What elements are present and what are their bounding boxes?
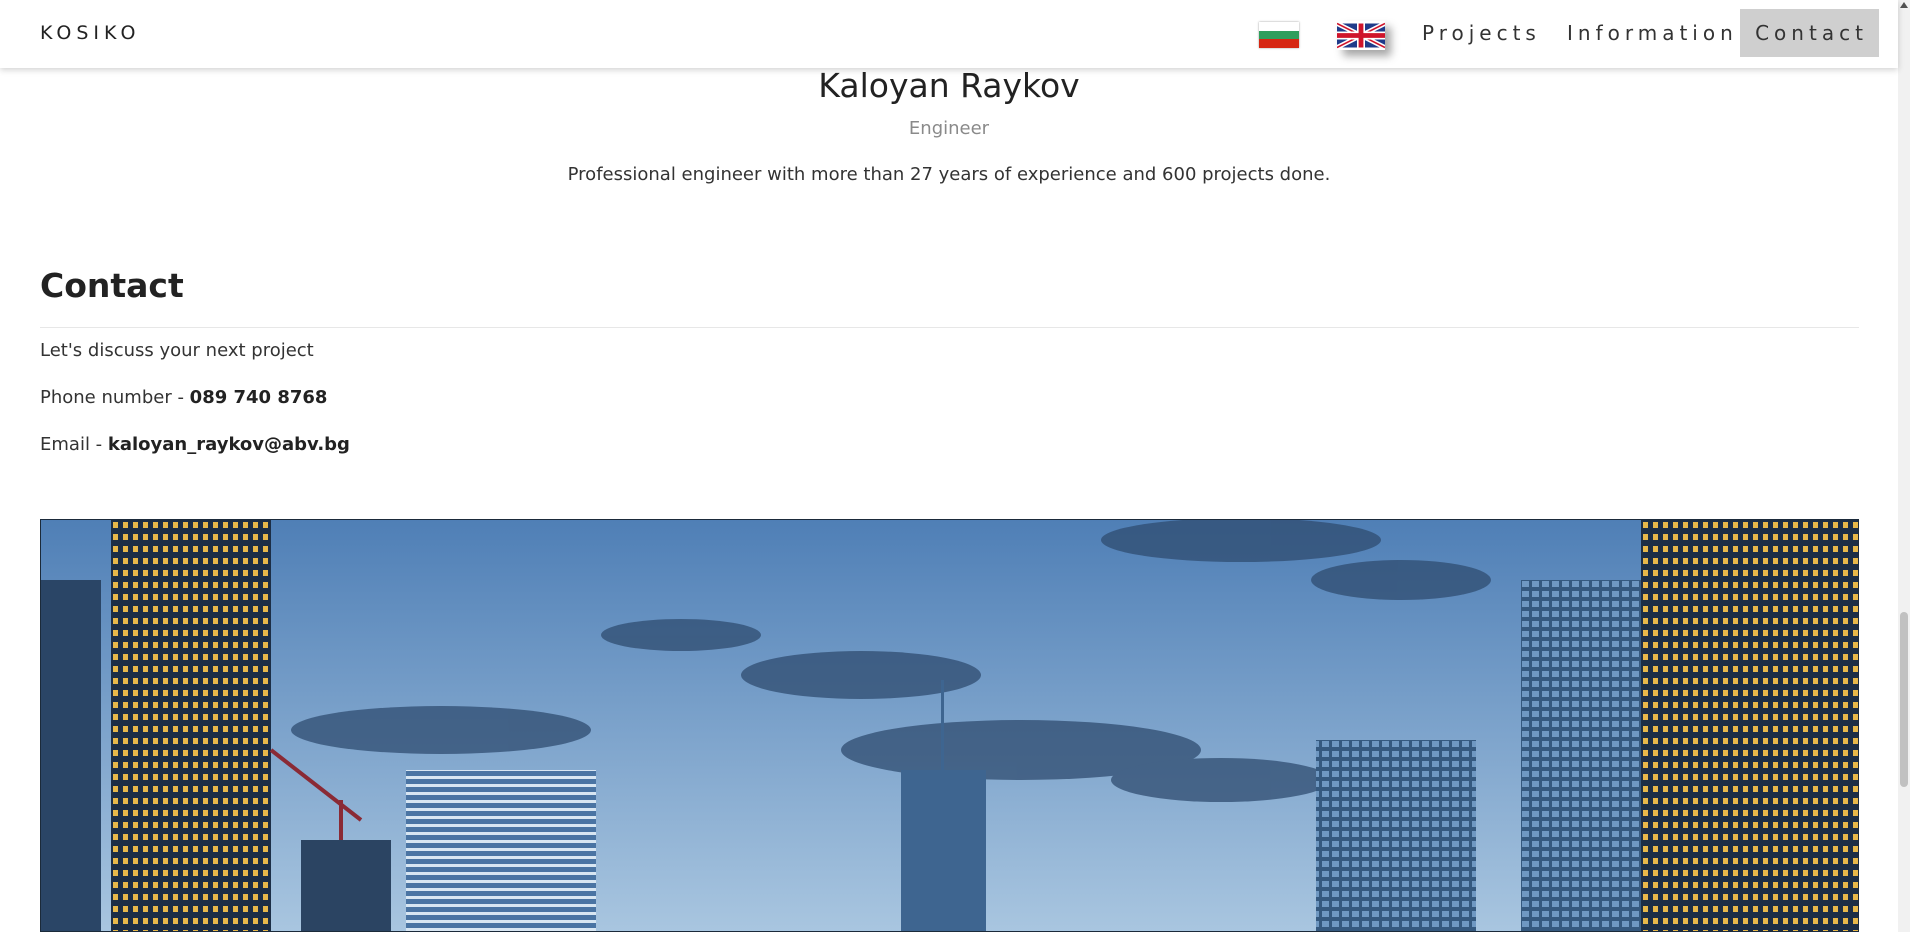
bulgarian-flag-icon[interactable] — [1259, 22, 1299, 48]
scroll-up-arrow-icon[interactable] — [1900, 2, 1908, 8]
nav-projects-link[interactable]: Projects — [1422, 21, 1541, 45]
nav-contact-link[interactable]: Contact — [1740, 9, 1879, 57]
email-label: Email - — [40, 434, 108, 455]
nav-information-link[interactable]: Information — [1567, 21, 1738, 45]
contact-tagline: Let's discuss your next project — [40, 340, 314, 361]
profile-description: Professional engineer with more than 27 … — [567, 164, 1331, 185]
contact-heading: Contact — [40, 266, 184, 305]
scroll-thumb[interactable] — [1900, 612, 1908, 787]
phone-line: Phone number - 089 740 8768 — [40, 387, 327, 408]
phone-label: Phone number - — [40, 387, 190, 408]
uk-flag-icon[interactable] — [1337, 21, 1385, 50]
page-scrollbar[interactable] — [1898, 0, 1910, 932]
email-address[interactable]: kaloyan_raykov@abv.bg — [108, 434, 350, 455]
section-divider — [40, 327, 1859, 328]
brand-logo[interactable]: KOSIKO — [40, 22, 140, 44]
profile-name: Kaloyan Raykov — [818, 66, 1080, 105]
email-line: Email - kaloyan_raykov@abv.bg — [40, 434, 350, 455]
city-skyline-image — [40, 519, 1859, 932]
top-navbar: KOSIKO Projects Information Contact — [0, 0, 1898, 68]
nav-contact-label: Contact — [1755, 21, 1868, 45]
phone-number[interactable]: 089 740 8768 — [190, 387, 328, 408]
profile-role: Engineer — [908, 118, 990, 139]
